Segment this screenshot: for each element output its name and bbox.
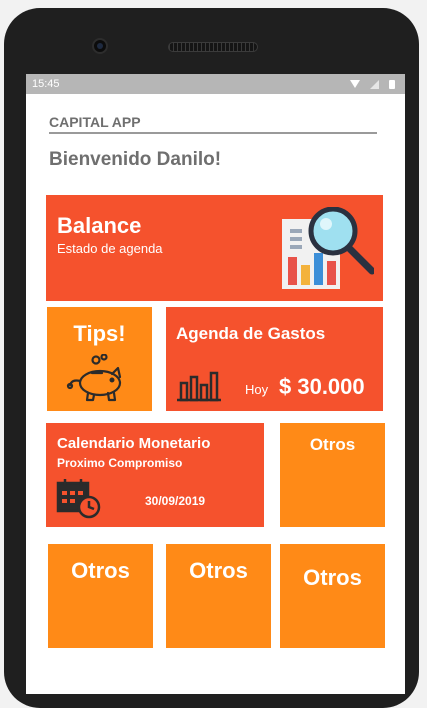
balance-tile[interactable]: Balance Estado de agenda	[46, 195, 383, 301]
balance-subtitle: Estado de agenda	[57, 241, 163, 256]
bar-chart-icon	[176, 369, 222, 408]
calendar-clock-icon	[56, 477, 102, 524]
battery-icon	[389, 79, 395, 89]
otros-tile-4[interactable]: Otros	[280, 544, 385, 648]
tips-title: Tips!	[73, 321, 126, 346]
phone-frame: 15:45 CAPITAL APP Bienvenido Danilo! Bal…	[4, 8, 419, 708]
otros-tile-1[interactable]: Otros	[280, 423, 385, 527]
front-camera	[92, 38, 108, 54]
status-icons	[350, 79, 395, 89]
calendario-title: Calendario Monetario	[57, 435, 211, 452]
calendario-monetario-tile[interactable]: Calendario Monetario Proximo Compromiso …	[46, 423, 264, 527]
agenda-gastos-tile[interactable]: Agenda de Gastos Hoy $ 30.000	[166, 307, 383, 411]
status-bar: 15:45	[26, 74, 405, 94]
otros-tile-3[interactable]: Otros	[166, 544, 271, 648]
otros-label: Otros	[189, 558, 248, 583]
wifi-icon	[350, 80, 360, 88]
otros-label: Otros	[309, 435, 356, 454]
report-magnifier-icon	[280, 206, 376, 296]
gastos-title: Agenda de Gastos	[176, 324, 326, 343]
calendario-date: 30/09/2019	[145, 494, 206, 508]
otros-label: Otros	[303, 565, 362, 590]
gastos-amount: $ 30.000	[279, 374, 365, 399]
signal-icon	[370, 79, 379, 89]
status-time: 15:45	[32, 78, 60, 90]
otros-tile-2[interactable]: Otros	[48, 544, 153, 648]
earpiece-speaker	[168, 42, 258, 52]
tips-tile[interactable]: Tips!	[47, 307, 152, 411]
gastos-hoy-label: Hoy	[245, 382, 269, 397]
otros-label: Otros	[71, 558, 130, 583]
app-screen: 15:45 CAPITAL APP Bienvenido Danilo! Bal…	[26, 74, 405, 694]
app-name: CAPITAL APP	[49, 114, 377, 134]
balance-title: Balance	[57, 213, 142, 238]
calendario-subtitle: Proximo Compromiso	[57, 456, 183, 470]
piggy-bank-icon	[66, 353, 134, 407]
welcome-message: Bienvenido Danilo!	[49, 149, 222, 170]
